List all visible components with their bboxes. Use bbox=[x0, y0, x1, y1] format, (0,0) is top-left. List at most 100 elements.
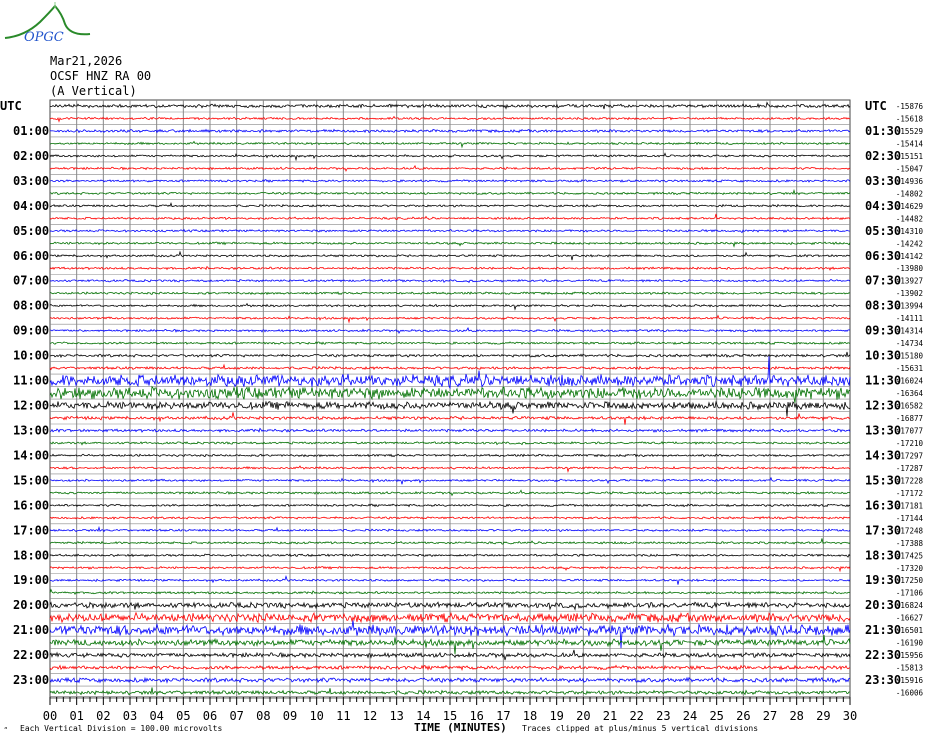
x-tick-label: 09 bbox=[283, 709, 297, 723]
clip-note: Traces clipped at plus/minus 5 vertical … bbox=[522, 724, 759, 733]
time-label-left: 02:00 bbox=[13, 149, 49, 163]
x-tick-label: 03 bbox=[123, 709, 137, 723]
trace-offset-label: -15618 bbox=[896, 114, 924, 123]
time-label-left: UTC bbox=[0, 99, 22, 113]
time-label-left: 01:00 bbox=[13, 124, 49, 138]
trace-offset-label: -14242 bbox=[896, 239, 923, 248]
time-label-right: 05:30 bbox=[865, 224, 901, 238]
helicorder: OPGC Mar21,2026 OCSF HNZ RA 00 (A Vertic… bbox=[0, 0, 930, 744]
trace-offset-label: -15047 bbox=[896, 164, 923, 173]
x-tick-label: 19 bbox=[549, 709, 563, 723]
x-tick-label: 10 bbox=[309, 709, 323, 723]
x-tick-label: 25 bbox=[709, 709, 723, 723]
trace-offset-label: -14734 bbox=[896, 339, 924, 348]
x-tick-label: 21 bbox=[603, 709, 617, 723]
x-tick-label: 26 bbox=[736, 709, 750, 723]
trace-offset-label: -13902 bbox=[896, 289, 923, 298]
time-label-left: 22:00 bbox=[13, 648, 49, 662]
time-label-right: 19:30 bbox=[865, 573, 901, 587]
trace-offset-label: -17388 bbox=[896, 539, 924, 548]
time-label-left: 10:00 bbox=[13, 349, 49, 363]
x-tick-label: 24 bbox=[683, 709, 697, 723]
trace-offset-label: -15631 bbox=[896, 364, 923, 373]
time-label-left: 07:00 bbox=[13, 274, 49, 288]
x-tick-label: 18 bbox=[523, 709, 537, 723]
time-label-right: 07:30 bbox=[865, 274, 901, 288]
time-label-left: 21:00 bbox=[13, 623, 49, 637]
x-tick-label: 27 bbox=[763, 709, 777, 723]
x-axis-title: TIME (MINUTES) bbox=[414, 721, 507, 734]
x-tick-label: 11 bbox=[336, 709, 350, 723]
trace-offset-label: -17320 bbox=[896, 564, 924, 573]
time-label-left: 19:00 bbox=[13, 573, 49, 587]
x-tick-label: 30 bbox=[843, 709, 857, 723]
x-tick-label: 04 bbox=[149, 709, 163, 723]
time-label-right: 02:30 bbox=[865, 149, 901, 163]
trace-offset-label: -16364 bbox=[896, 389, 924, 398]
time-label-left: 17:00 bbox=[13, 523, 49, 537]
time-label-right: 22:30 bbox=[865, 648, 901, 662]
time-label-right: 03:30 bbox=[865, 174, 901, 188]
time-label-right: UTC bbox=[865, 99, 887, 113]
time-label-left: 12:00 bbox=[13, 399, 49, 413]
time-label-left: 03:00 bbox=[13, 174, 49, 188]
trace-offset-label: -15414 bbox=[896, 139, 924, 148]
time-label-right: 23:30 bbox=[865, 673, 901, 687]
trace-offset-label: -16877 bbox=[896, 414, 923, 423]
time-label-left: 15:00 bbox=[13, 473, 49, 487]
x-tick-label: 06 bbox=[203, 709, 217, 723]
x-tick-label: 01 bbox=[69, 709, 83, 723]
trace-offset-label: -14111 bbox=[896, 314, 923, 323]
time-label-left: 04:00 bbox=[13, 199, 49, 213]
time-label-left: 13:00 bbox=[13, 423, 49, 437]
time-label-right: 20:30 bbox=[865, 598, 901, 612]
x-tick-label: 02 bbox=[96, 709, 110, 723]
x-tick-label: 20 bbox=[576, 709, 590, 723]
x-tick-label: 23 bbox=[656, 709, 670, 723]
trace-offset-label: -16190 bbox=[896, 639, 924, 648]
seismogram-plot: -15876-15618-15529-15414-15151-15047-149… bbox=[0, 99, 924, 723]
time-label-right: 14:30 bbox=[865, 448, 901, 462]
time-label-right: 11:30 bbox=[865, 374, 901, 388]
time-label-left: 11:00 bbox=[13, 374, 49, 388]
trace-offset-label: -17106 bbox=[896, 589, 924, 598]
time-label-right: 12:30 bbox=[865, 399, 901, 413]
trace-offset-label: -14802 bbox=[896, 189, 923, 198]
time-label-right: 17:30 bbox=[865, 523, 901, 537]
time-label-left: 20:00 bbox=[13, 598, 49, 612]
time-label-left: 09:00 bbox=[13, 324, 49, 338]
time-label-right: 15:30 bbox=[865, 473, 901, 487]
trace-offset-label: -17287 bbox=[896, 464, 923, 473]
x-tick-label: 29 bbox=[816, 709, 830, 723]
time-label-right: 01:30 bbox=[865, 124, 901, 138]
time-label-right: 21:30 bbox=[865, 623, 901, 637]
x-tick-label: 00 bbox=[43, 709, 57, 723]
trace-offset-label: -17172 bbox=[896, 489, 923, 498]
time-label-right: 18:30 bbox=[865, 548, 901, 562]
time-label-left: 06:00 bbox=[13, 249, 49, 263]
scale-note: Each Vertical Division = 100.00 microvol… bbox=[20, 724, 223, 733]
x-tick-label: 28 bbox=[789, 709, 803, 723]
time-label-right: 13:30 bbox=[865, 423, 901, 437]
time-label-right: 08:30 bbox=[865, 299, 901, 313]
x-tick-label: 22 bbox=[629, 709, 643, 723]
time-label-right: 06:30 bbox=[865, 249, 901, 263]
time-label-left: 16:00 bbox=[13, 498, 49, 512]
trace-offset-label: -16006 bbox=[896, 689, 924, 698]
x-tick-label: 07 bbox=[229, 709, 243, 723]
trace-offset-label: -17144 bbox=[896, 514, 924, 523]
time-label-right: 16:30 bbox=[865, 498, 901, 512]
trace-offset-label: -15876 bbox=[896, 102, 924, 111]
trace-offset-label: -16627 bbox=[896, 614, 923, 623]
x-tick-label: 08 bbox=[256, 709, 270, 723]
x-tick-label: 13 bbox=[389, 709, 403, 723]
x-tick-label: 12 bbox=[363, 709, 377, 723]
corner-mark: “ bbox=[4, 727, 8, 734]
time-label-right: 10:30 bbox=[865, 349, 901, 363]
trace-offset-label: -15813 bbox=[896, 664, 923, 673]
trace-offset-label: -17210 bbox=[896, 439, 924, 448]
trace-offset-label: -13980 bbox=[896, 264, 924, 273]
time-label-right: 09:30 bbox=[865, 324, 901, 338]
trace-offset-label: -14482 bbox=[896, 214, 923, 223]
x-tick-label: 05 bbox=[176, 709, 190, 723]
